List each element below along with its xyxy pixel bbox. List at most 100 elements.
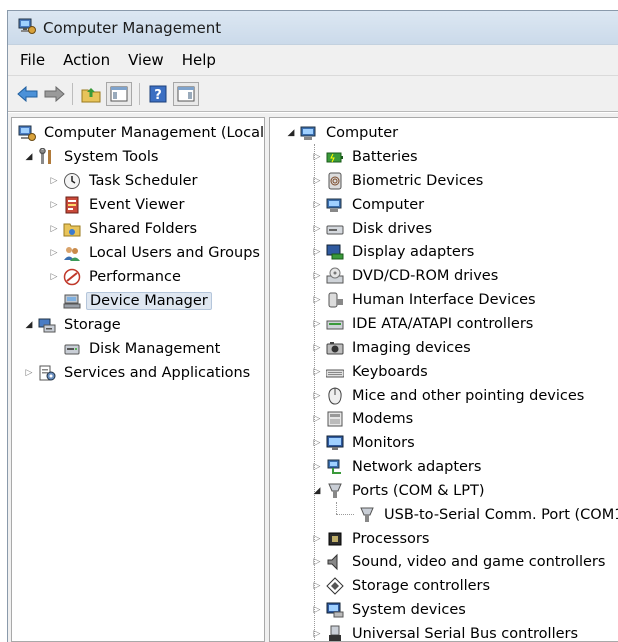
expand-icon[interactable]: ▷ (310, 194, 324, 216)
device-tree-pane[interactable]: ◢ Computer ▷ Batteries ▷ Biometric Devices ▷… (269, 117, 618, 642)
performance-icon (63, 268, 81, 286)
forward-arrow-icon[interactable] (43, 83, 65, 105)
storage-controller-icon (326, 577, 344, 595)
device-category-imaging-devices[interactable]: ▷ Imaging devices (310, 337, 474, 359)
device-category-mice-and-other-pointing-devices[interactable]: ▷ Mice and other pointing devices (310, 385, 587, 407)
expand-icon[interactable]: ▷ (310, 218, 324, 240)
show-hide-action-pane-icon[interactable] (173, 81, 199, 106)
device-category-ide-ata-atapi-controllers[interactable]: ▷ IDE ATA/ATAPI controllers (310, 313, 536, 335)
battery-icon (326, 148, 344, 166)
menu-view[interactable]: View (119, 51, 173, 69)
toolbar-separator (72, 82, 73, 105)
device-category-storage-controllers[interactable]: ▷ Storage controllers (310, 575, 493, 597)
expand-icon[interactable]: ▷ (310, 361, 324, 383)
expand-icon[interactable]: ▷ (47, 242, 61, 264)
modem-icon (326, 410, 344, 428)
menu-action[interactable]: Action (54, 51, 119, 69)
computer-icon (326, 196, 344, 214)
device-category-system-devices[interactable]: ▷ System devices (310, 599, 469, 621)
tree-item-task-scheduler[interactable]: ▷ Task Scheduler (47, 170, 201, 192)
menu-file[interactable]: File (8, 51, 54, 69)
device-category-network-adapters[interactable]: ▷ Network adapters (310, 456, 484, 478)
storage-icon (38, 316, 56, 334)
device-category-display-adapters[interactable]: ▷ Display adapters (310, 241, 477, 263)
device-category-disk-drives[interactable]: ▷ Disk drives (310, 218, 435, 240)
console-tree-pane[interactable]: Computer Management (Local ◢ System Tool… (11, 117, 265, 642)
expand-icon[interactable]: ▷ (310, 337, 324, 359)
tree-label: Storage controllers (352, 578, 491, 594)
tree-item-disk-management[interactable]: Disk Management (61, 338, 223, 360)
device-category-dvd-cd-rom-drives[interactable]: ▷ DVD/CD-ROM drives (310, 265, 501, 287)
collapse-icon[interactable]: ◢ (22, 314, 36, 336)
expand-icon[interactable]: ▷ (310, 170, 324, 192)
tree-item-computer-management[interactable]: Computer Management (Local (16, 122, 264, 144)
tree-label: IDE ATA/ATAPI controllers (352, 316, 534, 332)
device-category-sound-video-and-game-controllers[interactable]: ▷ Sound, video and game controllers (310, 551, 608, 573)
tree-label: Ports (COM & LPT) (352, 483, 485, 499)
expand-icon[interactable]: ▷ (310, 289, 324, 311)
expand-icon[interactable]: ▷ (310, 575, 324, 597)
tree-item-device-manager[interactable]: Device Manager (61, 290, 212, 312)
expand-icon[interactable]: ▷ (310, 241, 324, 263)
expand-icon[interactable]: ▷ (310, 265, 324, 287)
expand-icon[interactable]: ▷ (310, 385, 324, 407)
tree-item-computer-root[interactable]: ◢ Computer (284, 122, 401, 144)
menu-help[interactable]: Help (173, 51, 225, 69)
device-category-monitors[interactable]: ▷ Monitors (310, 432, 418, 454)
collapse-icon[interactable]: ◢ (310, 480, 324, 502)
expand-icon[interactable]: ▷ (310, 528, 324, 550)
expand-icon[interactable]: ▷ (310, 408, 324, 430)
tree-item-local-users[interactable]: ▷ Local Users and Groups (47, 242, 263, 264)
expand-icon[interactable]: ▷ (310, 551, 324, 573)
panes: Computer Management (Local ◢ System Tool… (8, 113, 618, 642)
tree-item-services-applications[interactable]: ▷ Services and Applications (22, 362, 253, 384)
monitor-icon (326, 434, 344, 452)
tree-item-storage[interactable]: ◢ Storage (22, 314, 124, 336)
tree-connector (336, 502, 337, 514)
expand-icon[interactable]: ▷ (310, 456, 324, 478)
device-category-keyboards[interactable]: ▷ Keyboards (310, 361, 431, 383)
expand-icon[interactable]: ▷ (47, 266, 61, 288)
device-manager-icon (63, 292, 81, 310)
expand-icon[interactable]: ▷ (47, 194, 61, 216)
collapse-icon[interactable]: ◢ (284, 122, 298, 144)
tree-label: System devices (352, 602, 466, 618)
tree-label: Performance (89, 269, 181, 285)
expand-icon[interactable]: ▷ (310, 313, 324, 335)
device-category-processors[interactable]: ▷ Processors (310, 528, 432, 550)
tree-item-system-tools[interactable]: ◢ System Tools (22, 146, 161, 168)
expand-icon[interactable]: ▷ (22, 362, 36, 384)
expand-icon[interactable]: ▷ (47, 218, 61, 240)
help-icon[interactable]: ? (147, 83, 169, 105)
tree-label: Local Users and Groups (89, 245, 260, 261)
dvd-drive-icon (326, 267, 344, 285)
device-category-modems[interactable]: ▷ Modems (310, 408, 416, 430)
tree-label: Event Viewer (89, 197, 185, 213)
collapse-icon[interactable]: ◢ (22, 146, 36, 168)
usb-icon (326, 625, 344, 641)
imaging-device-icon (326, 339, 344, 357)
device-category-computer[interactable]: ▷ Computer (310, 194, 427, 216)
expand-icon[interactable]: ▷ (310, 599, 324, 621)
expand-icon[interactable]: ▷ (310, 623, 324, 641)
show-hide-console-tree-icon[interactable] (106, 81, 132, 106)
tree-item-event-viewer[interactable]: ▷ Event Viewer (47, 194, 187, 216)
device-category-universal-serial-bus-controllers[interactable]: ▷ Universal Serial Bus controllers (310, 623, 581, 641)
up-folder-icon[interactable] (80, 83, 102, 105)
system-device-icon (326, 601, 344, 619)
device-category-batteries[interactable]: ▷ Batteries (310, 146, 421, 168)
tree-label: DVD/CD-ROM drives (352, 268, 499, 284)
expand-icon[interactable]: ▷ (310, 146, 324, 168)
tree-item-shared-folders[interactable]: ▷ Shared Folders (47, 218, 200, 240)
back-arrow-icon[interactable] (17, 83, 39, 105)
tree-item-performance[interactable]: ▷ Performance (47, 266, 184, 288)
device-category-human-interface-devices[interactable]: ▷ Human Interface Devices (310, 289, 539, 311)
device-category-usb-to-serial-comm-port-com1[interactable]: USB-to-Serial Comm. Port (COM1) (356, 504, 618, 526)
tree-label: Processors (352, 531, 430, 547)
tree-connector (336, 514, 354, 515)
tree-label: Device Manager (86, 292, 212, 310)
expand-icon[interactable]: ▷ (310, 432, 324, 454)
expand-icon[interactable]: ▷ (47, 170, 61, 192)
device-category-biometric-devices[interactable]: ▷ Biometric Devices (310, 170, 486, 192)
device-category-ports-com-lpt[interactable]: ◢ Ports (COM & LPT) (310, 480, 487, 502)
